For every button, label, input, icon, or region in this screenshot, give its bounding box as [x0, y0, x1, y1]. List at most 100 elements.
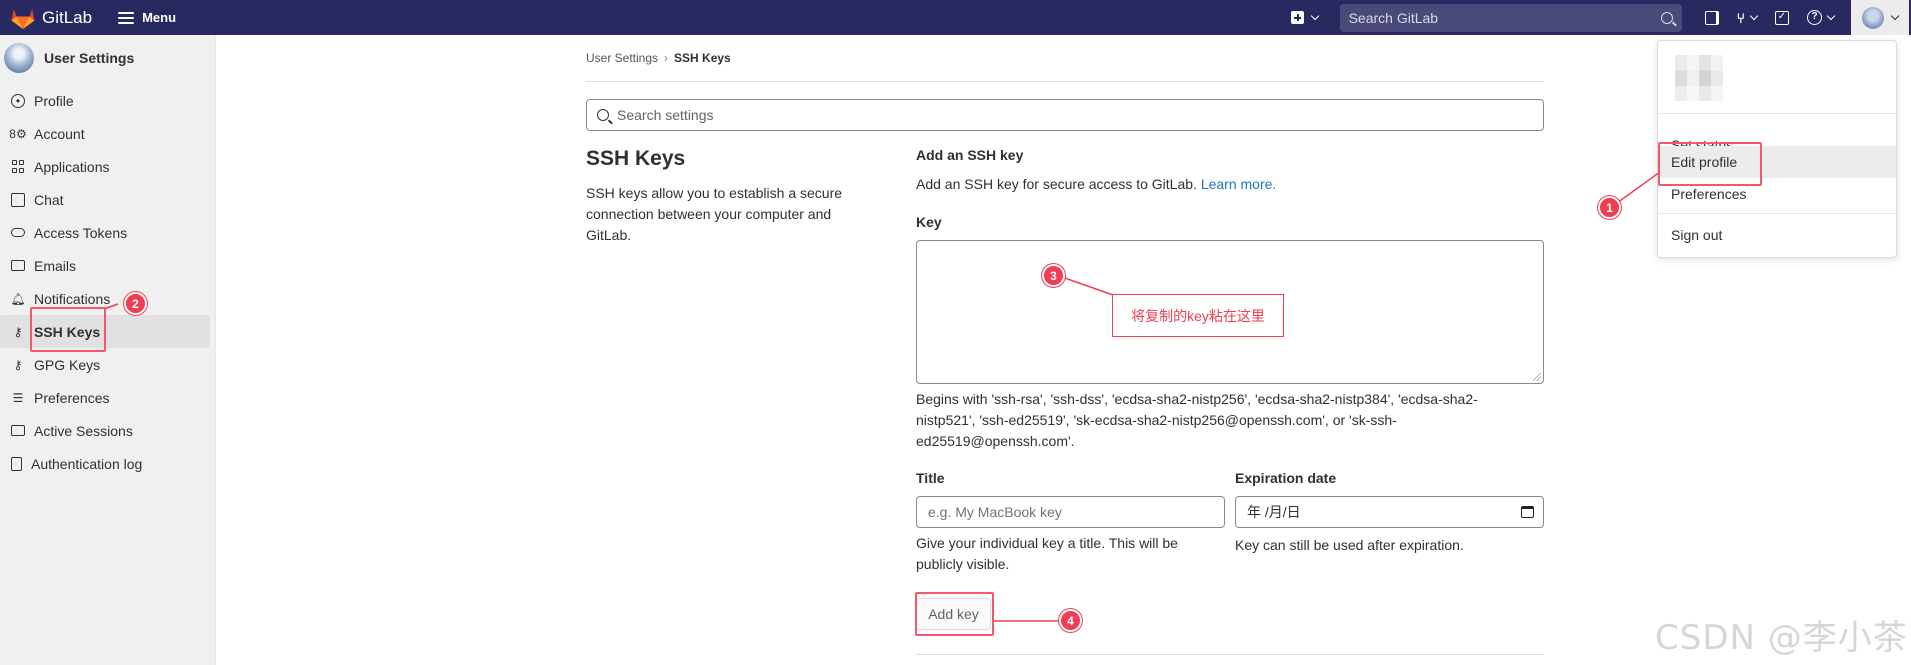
expiration-help-text: Key can still be used after expiration.	[1235, 537, 1464, 553]
annotation-badge-1: 1	[1598, 196, 1621, 219]
help-icon: ?	[1807, 10, 1822, 25]
gitlab-logo[interactable]: GitLab	[10, 6, 92, 30]
calendar-icon[interactable]	[1521, 506, 1534, 518]
search-settings-input[interactable]: Search settings	[586, 99, 1544, 131]
issues-button[interactable]	[1704, 10, 1719, 25]
sidebar-item-active-sessions[interactable]: Active Sessions	[0, 414, 215, 447]
sidebar-title: User Settings	[44, 50, 135, 66]
user-icon: •	[11, 93, 25, 108]
search-icon	[1660, 11, 1673, 24]
form-heading: Add an SSH key	[916, 147, 1024, 163]
help-button[interactable]: ?	[1807, 10, 1836, 25]
annotation-badge-3: 3	[1042, 264, 1065, 287]
chevron-down-icon	[1749, 11, 1759, 20]
breadcrumb: User Settings › SSH Keys	[586, 51, 731, 65]
sidebar-item-label: Emails	[34, 257, 77, 274]
sidebar-item-access-tokens[interactable]: Access Tokens	[0, 216, 215, 249]
learn-more-link[interactable]: Learn more.	[1201, 176, 1276, 192]
search-settings-placeholder: Search settings	[617, 107, 714, 123]
sidebar-header[interactable]: User Settings	[0, 35, 215, 81]
avatar	[4, 43, 34, 73]
sidebar-item-label: Active Sessions	[34, 422, 133, 439]
title-label: Title	[916, 470, 945, 486]
sidebar-item-gpg-keys[interactable]: ⚷ GPG Keys	[0, 348, 215, 381]
preferences-icon: ☰	[12, 390, 24, 405]
chevron-down-icon	[1826, 11, 1836, 20]
sidebar-item-label: Account	[34, 125, 85, 142]
title-input[interactable]: e.g. My MacBook key	[916, 496, 1225, 528]
sign-out-item[interactable]: Sign out	[1658, 219, 1896, 251]
search-icon	[597, 109, 609, 121]
sidebar-list: • Profile 8⚙ Account Applications Chat A…	[0, 84, 215, 480]
key-label: Key	[916, 214, 942, 230]
user-avatar	[1862, 6, 1884, 29]
search-placeholder: Search GitLab	[1348, 9, 1439, 26]
global-search-input[interactable]: Search GitLab	[1339, 3, 1682, 32]
expiration-value: 年 /月/日	[1247, 504, 1301, 520]
dropdown-avatar	[1675, 55, 1723, 101]
plus-square-icon	[1290, 11, 1304, 24]
sidebar-item-applications[interactable]: Applications	[0, 150, 215, 183]
highlight-ssh-keys	[30, 307, 106, 352]
divider	[1658, 113, 1896, 114]
expiration-label: Expiration date	[1235, 470, 1337, 486]
sidebar-item-label: Preferences	[34, 389, 110, 406]
sidebar-item-label: Chat	[34, 191, 64, 208]
merge-request-icon: ⑂	[1736, 9, 1745, 26]
issues-icon	[1704, 10, 1719, 25]
section-description: SSH keys allow you to establish a secure…	[586, 185, 843, 243]
chat-icon	[11, 192, 25, 207]
divider	[586, 81, 1544, 82]
create-new-button[interactable]	[1290, 11, 1319, 24]
breadcrumb-current[interactable]: SSH Keys	[674, 51, 731, 65]
merge-requests-button[interactable]: ⑂	[1736, 9, 1759, 26]
title-help-text: Give your individual key a title. This w…	[916, 535, 1178, 572]
user-menu-button[interactable]	[1851, 0, 1909, 35]
annotation-badge-2: 2	[124, 292, 147, 315]
account-icon: 8⚙	[9, 126, 27, 141]
sidebar-item-label: Applications	[34, 158, 110, 175]
sidebar-item-preferences[interactable]: ☰ Preferences	[0, 381, 215, 414]
todos-button[interactable]: ✓	[1775, 10, 1789, 25]
todo-check-icon: ✓	[1775, 10, 1789, 25]
divider	[916, 654, 1544, 655]
hamburger-icon	[118, 11, 135, 24]
token-icon	[11, 228, 25, 237]
resize-handle-icon[interactable]	[1533, 373, 1541, 381]
sidebar-item-label: Authentication log	[31, 455, 143, 472]
sidebar-item-profile[interactable]: • Profile	[0, 84, 215, 117]
title-placeholder: e.g. My MacBook key	[928, 504, 1062, 520]
breadcrumb-separator-icon: ›	[664, 51, 669, 65]
sidebar-item-emails[interactable]: Emails	[0, 249, 215, 282]
breadcrumb-parent[interactable]: User Settings	[586, 51, 658, 65]
mail-icon	[11, 260, 25, 271]
menu-label: Menu	[142, 10, 177, 25]
key-icon: ⚷	[13, 324, 23, 339]
applications-icon	[11, 160, 25, 174]
menu-button[interactable]: Menu	[118, 10, 176, 25]
brand-name: GitLab	[42, 7, 93, 27]
expiration-date-input[interactable]: 年 /月/日	[1235, 496, 1544, 528]
gitlab-tanuki-icon	[11, 8, 35, 29]
sidebar-item-authentication-log[interactable]: Authentication log	[0, 447, 215, 480]
monitor-icon	[11, 425, 25, 436]
sidebar-item-label: Profile	[34, 92, 74, 109]
bell-icon: 🔔︎	[10, 291, 26, 306]
sidebar-item-account[interactable]: 8⚙ Account	[0, 117, 215, 150]
form-description-text: Add an SSH key for secure access to GitL…	[916, 176, 1197, 192]
highlight-add-key	[915, 592, 994, 636]
watermark: CSDN @李小茶	[1655, 618, 1908, 658]
highlight-edit-profile	[1658, 142, 1762, 186]
top-navbar: GitLab Menu Search GitLab ⑂ ✓ ?	[0, 0, 1911, 35]
sidebar-item-label: Access Tokens	[34, 224, 128, 241]
sidebar-item-chat[interactable]: Chat	[0, 183, 215, 216]
sidebar-item-label: GPG Keys	[34, 356, 101, 373]
paste-key-callout: 将复制的key粘在这里	[1112, 294, 1284, 337]
log-icon	[11, 456, 22, 471]
annotation-badge-4: 4	[1059, 609, 1082, 632]
key-icon: ⚷	[13, 357, 23, 372]
chevron-down-icon	[1310, 11, 1319, 20]
form-description: Add an SSH key for secure access to GitL…	[916, 176, 1276, 192]
key-help-text: Begins with 'ssh-rsa', 'ssh-dss', 'ecdsa…	[916, 391, 1478, 449]
chevron-down-icon	[1890, 11, 1900, 20]
